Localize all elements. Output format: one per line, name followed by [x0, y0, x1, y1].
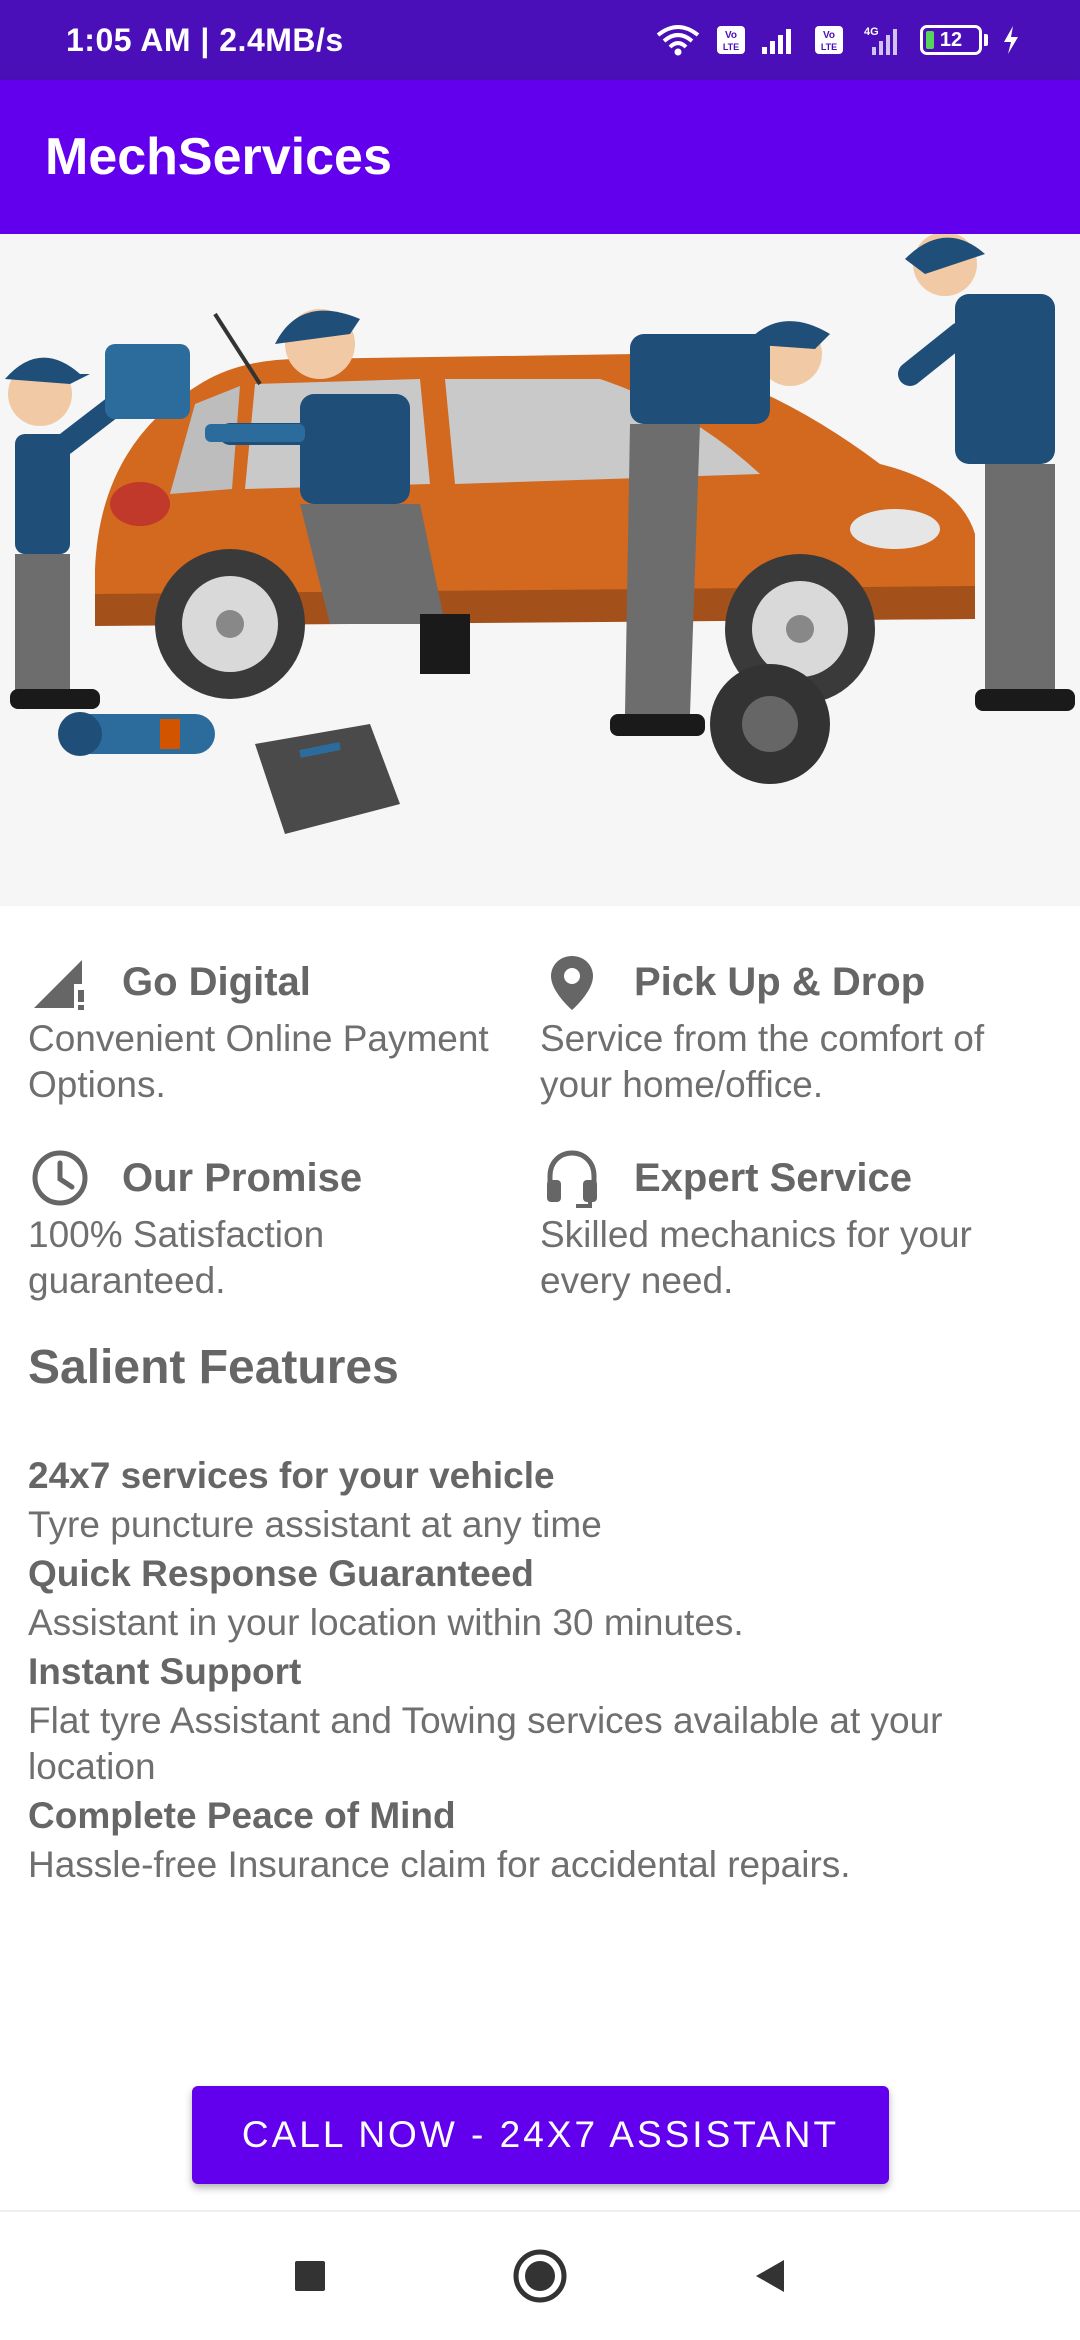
feature-pick-up-drop: Pick Up & Drop Service from the comfort …: [540, 950, 1052, 1108]
salient-item-desc: Tyre puncture assistant at any time: [28, 1504, 602, 1545]
salient-item-desc: Flat tyre Assistant and Towing services …: [28, 1700, 943, 1787]
svg-text:LTE: LTE: [821, 42, 837, 52]
4g-signal-icon: 4G: [864, 26, 897, 55]
headset-icon: [540, 1146, 604, 1210]
battery-level: 12: [939, 28, 963, 51]
svg-text:Vo: Vo: [823, 30, 835, 41]
salient-item-desc: Hassle-free Insurance claim for accident…: [28, 1844, 851, 1885]
salient-item-head: Quick Response Guaranteed: [28, 1553, 534, 1594]
location-pin-icon: [540, 950, 604, 1014]
battery-icon: 12: [920, 25, 988, 55]
triangle-back-icon: [756, 2260, 784, 2292]
clock-icon: [28, 1146, 92, 1210]
feature-go-digital: Go Digital Convenient Online Payment Opt…: [28, 950, 540, 1108]
salient-item-head: Complete Peace of Mind: [28, 1795, 456, 1836]
feature-our-promise: Our Promise 100% Satisfaction guaranteed…: [28, 1146, 540, 1304]
mechanics-car-illustration: [0, 234, 1080, 906]
app-title: MechServices: [45, 128, 392, 186]
volte-icon: Vo LTE: [717, 26, 745, 54]
feature-expert-service: Expert Service Skilled mechanics for you…: [540, 1146, 1052, 1304]
salient-item-desc: Assistant in your location within 30 min…: [28, 1602, 744, 1643]
feature-title: Our Promise: [122, 1155, 363, 1200]
feature-title: Pick Up & Drop: [634, 959, 926, 1004]
svg-text:LTE: LTE: [723, 42, 739, 52]
feature-title: Go Digital: [122, 959, 311, 1004]
square-icon: [295, 2261, 325, 2291]
feature-desc: 100% Satisfaction guaranteed.: [28, 1214, 325, 1301]
feature-desc: Service from the comfort of your home/of…: [540, 1018, 985, 1105]
recents-button[interactable]: [280, 2246, 340, 2306]
hero-illustration: [0, 234, 1080, 906]
volte-icon-2: Vo LTE: [815, 26, 843, 54]
salient-features-title: Salient Features: [28, 1341, 399, 1394]
circle-icon: [513, 2249, 567, 2303]
home-button[interactable]: [510, 2246, 570, 2306]
status-bar: 1:05 AM | 2.4MB/s Vo LTE Vo LTE 4G 12: [0, 0, 1080, 80]
back-button[interactable]: [740, 2246, 800, 2306]
status-icons: Vo LTE Vo LTE 4G 12: [654, 23, 1020, 57]
signal-icon: [28, 950, 92, 1014]
call-now-button[interactable]: CALL NOW - 24X7 ASSISTANT: [192, 2086, 889, 2184]
salient-features-list: 24x7 services for your vehicle Tyre punc…: [28, 1450, 1048, 1888]
feature-desc: Skilled mechanics for your every need.: [540, 1214, 972, 1301]
wifi-icon: [656, 25, 700, 56]
salient-item-head: Instant Support: [28, 1651, 302, 1692]
svg-text:Vo: Vo: [725, 30, 737, 41]
signal-bars-icon: [762, 29, 791, 54]
salient-item-head: 24x7 services for your vehicle: [28, 1455, 555, 1496]
charging-icon: [1004, 26, 1018, 54]
feature-desc: Convenient Online Payment Options.: [28, 1018, 489, 1105]
app-bar: MechServices: [0, 80, 1080, 234]
features-grid: Go Digital Convenient Online Payment Opt…: [28, 950, 1068, 1304]
feature-title: Expert Service: [634, 1155, 912, 1200]
status-time-speed: 1:05 AM | 2.4MB/s: [66, 21, 344, 58]
system-nav-bar: [0, 2210, 1080, 2340]
svg-text:4G: 4G: [864, 26, 879, 38]
